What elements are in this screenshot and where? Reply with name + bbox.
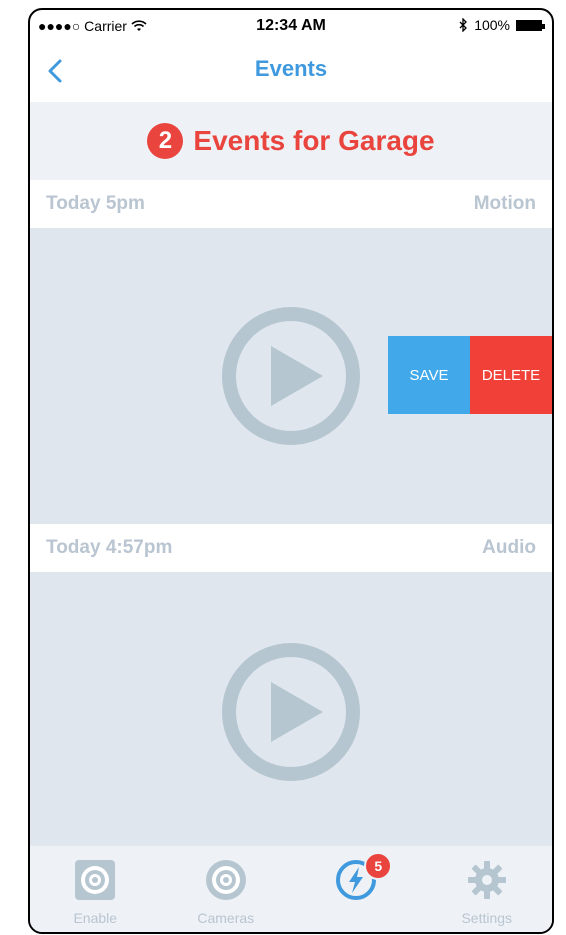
status-bar: ●●●●○ Carrier 12:34 AM 100% [30,10,552,42]
events-header: 2 Events for Garage [30,102,552,180]
nav-bar: Events [30,42,552,103]
event-type: Motion [473,193,536,214]
battery-percent: 100% [474,17,510,33]
event-time: Today 4:57pm [46,537,173,558]
battery-status: 100% [458,17,545,33]
tab-label: Enable [73,910,118,926]
delete-button[interactable]: DELETE [470,336,552,414]
notification-badge: 5 [364,852,393,880]
tab-settings[interactable]: Settings [422,846,553,932]
play-icon[interactable] [221,306,361,446]
event-video[interactable] [30,572,552,852]
tab-label: Cameras [197,910,255,926]
tab-bar: Enable Cameras 5 Settings [30,845,552,932]
battery-icon [516,19,545,31]
swipe-actions: SAVE DELETE [388,336,552,414]
event-time: Today 5pm [46,193,145,214]
event-type: Audio [482,537,536,558]
event-row[interactable]: Today 4:57pm Audio [30,524,552,572]
play-icon[interactable] [221,642,361,782]
step-badge: 2 [147,123,184,159]
gear-icon [467,861,506,899]
tab-label: Settings [461,910,513,926]
save-button[interactable]: SAVE [388,336,470,414]
tab-enable[interactable]: Enable [30,846,161,932]
camera-lens-icon [205,860,246,900]
event-video[interactable]: SAVE DELETE [30,228,552,524]
tab-cameras[interactable]: Cameras [161,846,292,932]
nav-title: Events [254,56,328,81]
event-row[interactable]: Today 5pm Motion [30,180,552,228]
tab-events[interactable]: 5 [291,846,422,932]
bluetooth-icon [459,18,468,32]
phone-frame: ●●●●○ Carrier 12:34 AM 100% Events 2 Eve… [28,8,554,934]
events-title: Events for Garage [193,125,435,156]
enable-camera-icon [75,860,116,900]
